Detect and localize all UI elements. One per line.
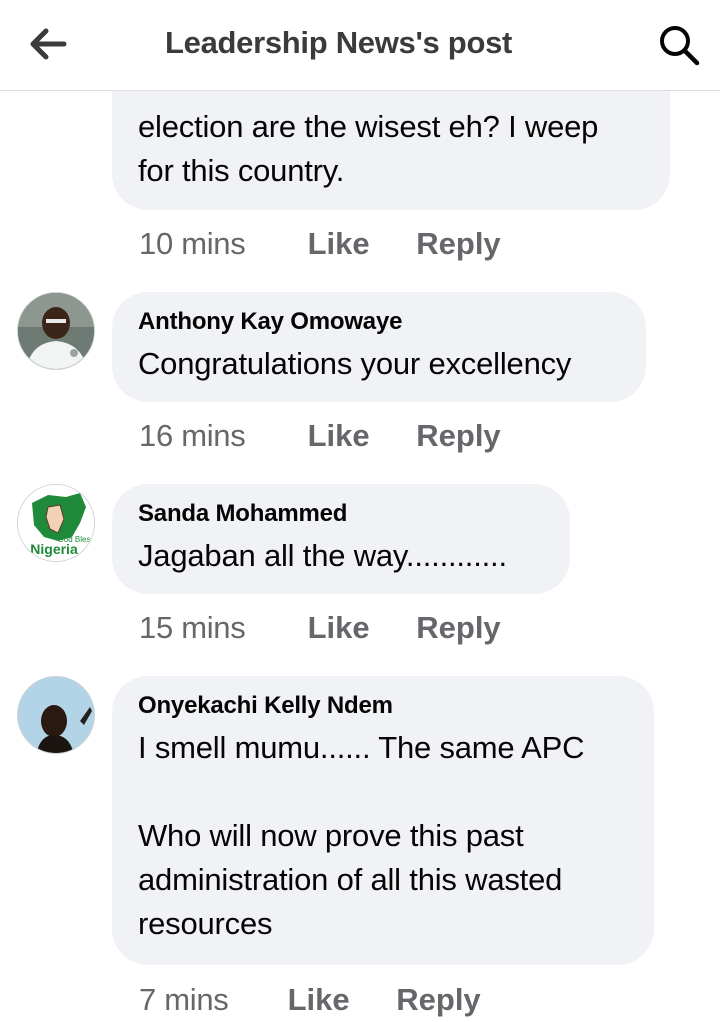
avatar[interactable]: God Bless Nigeria (17, 484, 95, 562)
arrow-left-icon (30, 28, 67, 60)
reply-button[interactable]: Reply (416, 610, 500, 645)
comment-actions: 15 mins Like Reply (139, 610, 501, 646)
comment-author[interactable]: Sanda Mohammed (138, 500, 544, 528)
search-button[interactable] (654, 20, 704, 70)
search-icon (660, 26, 700, 66)
back-button[interactable] (26, 24, 70, 64)
like-button[interactable]: Like (308, 226, 408, 262)
avatar[interactable] (17, 676, 95, 754)
comment-time: 7 mins (139, 982, 229, 1017)
app-header: Leadership News's post (0, 0, 720, 91)
like-button[interactable]: Like (288, 982, 388, 1018)
comment-author[interactable]: Onyekachi Kelly Ndem (138, 692, 628, 720)
comment-actions: 10 mins Like Reply (139, 226, 501, 262)
comment-bubble: Sanda Mohammed Jagaban all the way......… (112, 484, 570, 594)
comment-text-line: for this country. (138, 153, 345, 188)
comment-text-line: election are the wisest eh? I weep (138, 109, 599, 144)
reply-button[interactable]: Reply (396, 982, 480, 1017)
avatar[interactable] (17, 292, 95, 370)
comment-bubble: Anthony Kay Omowaye Congratulations your… (112, 292, 646, 402)
like-button[interactable]: Like (308, 418, 408, 454)
svg-text:Nigeria: Nigeria (30, 541, 78, 557)
reply-button[interactable]: Reply (416, 418, 500, 453)
comment-time: 16 mins (139, 418, 246, 453)
comment-actions: 16 mins Like Reply (139, 418, 501, 454)
reply-button[interactable]: Reply (416, 226, 500, 261)
person-photo-icon (18, 293, 94, 369)
comment-text: Congratulations your excellency (138, 346, 572, 381)
comment-time: 10 mins (139, 226, 246, 261)
comment-time: 15 mins (139, 610, 246, 645)
like-button[interactable]: Like (308, 610, 408, 646)
page-title: Leadership News's post (165, 25, 513, 60)
comment-actions: 7 mins Like Reply (139, 982, 481, 1018)
comment-bubble: Onyekachi Kelly Ndem I smell mumu...... … (112, 676, 654, 965)
comment-author[interactable]: Anthony Kay Omowaye (138, 308, 620, 336)
person-photo-icon (18, 677, 94, 753)
nigeria-map-icon: God Bless Nigeria (18, 485, 94, 561)
comment-text: Jagaban all the way............ (138, 538, 507, 573)
comment-text: I smell mumu...... The same APC Who will… (138, 730, 585, 941)
